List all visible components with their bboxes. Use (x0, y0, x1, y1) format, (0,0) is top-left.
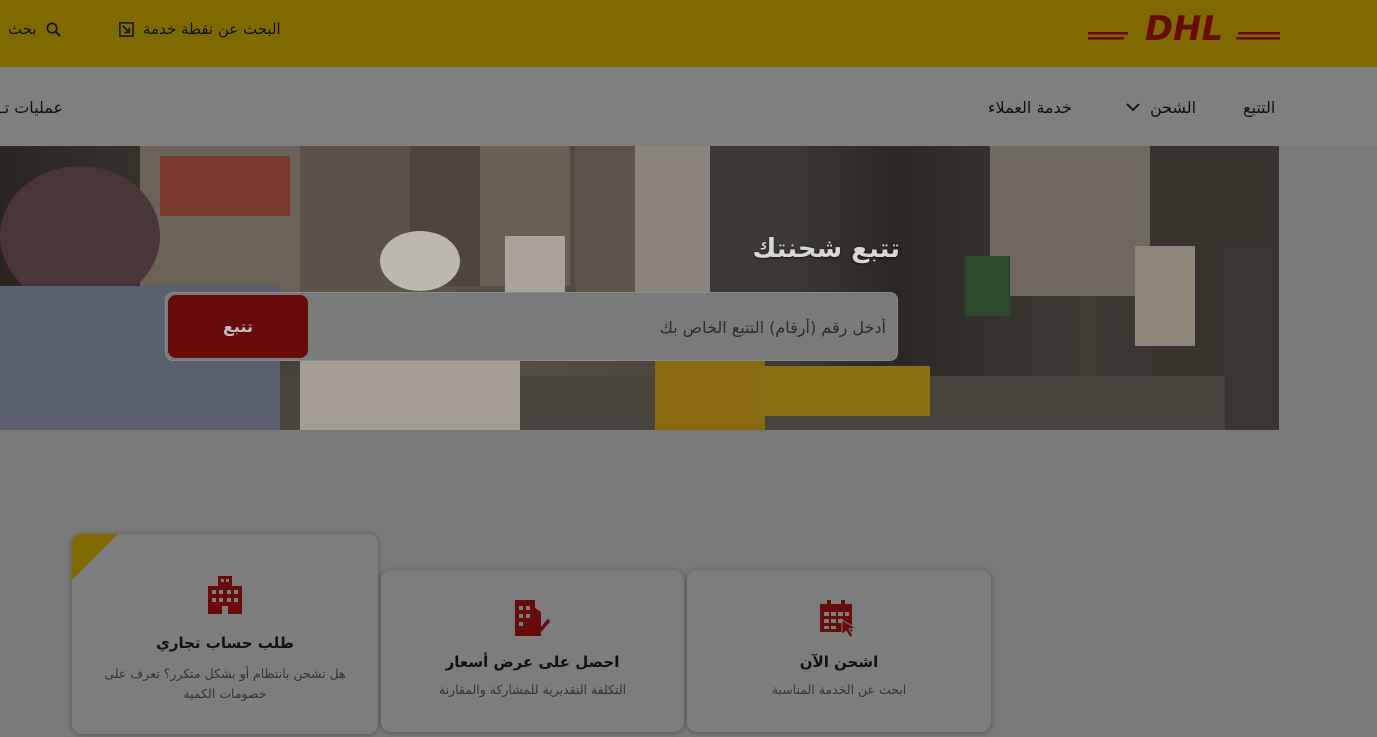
nav-item-operations[interactable]: عمليات تـ (0, 95, 63, 119)
card-description: هل تشحن بانتظام أو بشكل متكرر؟ تعرف على … (104, 666, 346, 701)
card-ship-now[interactable]: اشحن الآن ابحث عن الخدمة المناسبة (687, 570, 991, 732)
main-nav: التتبع الشحن خدمة العملاء عمليات تـ (0, 67, 1377, 146)
track-button[interactable]: تتبع (168, 295, 308, 358)
dhl-logo[interactable]: DHL (1088, 10, 1280, 46)
service-point-label: البحث عن نقطة خدمة (143, 20, 281, 38)
card-business-account[interactable]: طلب حساب تجاري هل تشحن بانتظام أو بشكل م… (72, 534, 378, 734)
card-title: احصل على عرض أسعار (445, 653, 620, 671)
logo-text: DHL (1145, 10, 1223, 46)
top-bar: DHL البحث عن نقطة خدمة بحث (0, 0, 1377, 67)
calendar-cursor-icon (820, 600, 858, 638)
card-description: التكلفة التقديرية للمشاركة والمقارنة (438, 682, 627, 697)
nav-item-label: خدمة العملاء (988, 97, 1072, 117)
card-get-quote[interactable]: احصل على عرض أسعار التكلفة التقديرية للم… (381, 570, 684, 732)
tracking-form: تتبع (165, 292, 898, 361)
nav-item-label: عمليات تـ (0, 97, 64, 117)
external-link-icon (119, 21, 134, 37)
card-title: اشحن الآن (799, 653, 879, 671)
card-description: ابحث عن الخدمة المناسبة (771, 682, 907, 697)
nav-item-customer-service[interactable]: خدمة العملاء (988, 95, 1072, 119)
nav-item-tracking[interactable]: التتبع (1243, 95, 1275, 119)
hero-title: تتبع شحنتك (752, 234, 900, 264)
search-label: بحث (8, 20, 37, 38)
search-icon (46, 22, 61, 37)
nav-item-shipping[interactable]: الشحن (1124, 95, 1196, 119)
hero-background-image (0, 146, 1279, 430)
service-point-link[interactable]: البحث عن نقطة خدمة (118, 17, 281, 41)
nav-item-label: التتبع (1243, 97, 1276, 117)
tracking-number-input[interactable] (311, 305, 886, 349)
hero-banner: تتبع شحنتك تتبع (0, 146, 1279, 430)
yellow-corner-accent (72, 534, 118, 580)
nav-item-label: الشحن (1150, 97, 1197, 117)
search-link[interactable]: بحث (8, 17, 62, 41)
card-title: طلب حساب تجاري (156, 634, 294, 652)
document-check-icon (515, 600, 551, 636)
chevron-down-icon (1126, 103, 1140, 112)
building-icon (208, 576, 242, 614)
